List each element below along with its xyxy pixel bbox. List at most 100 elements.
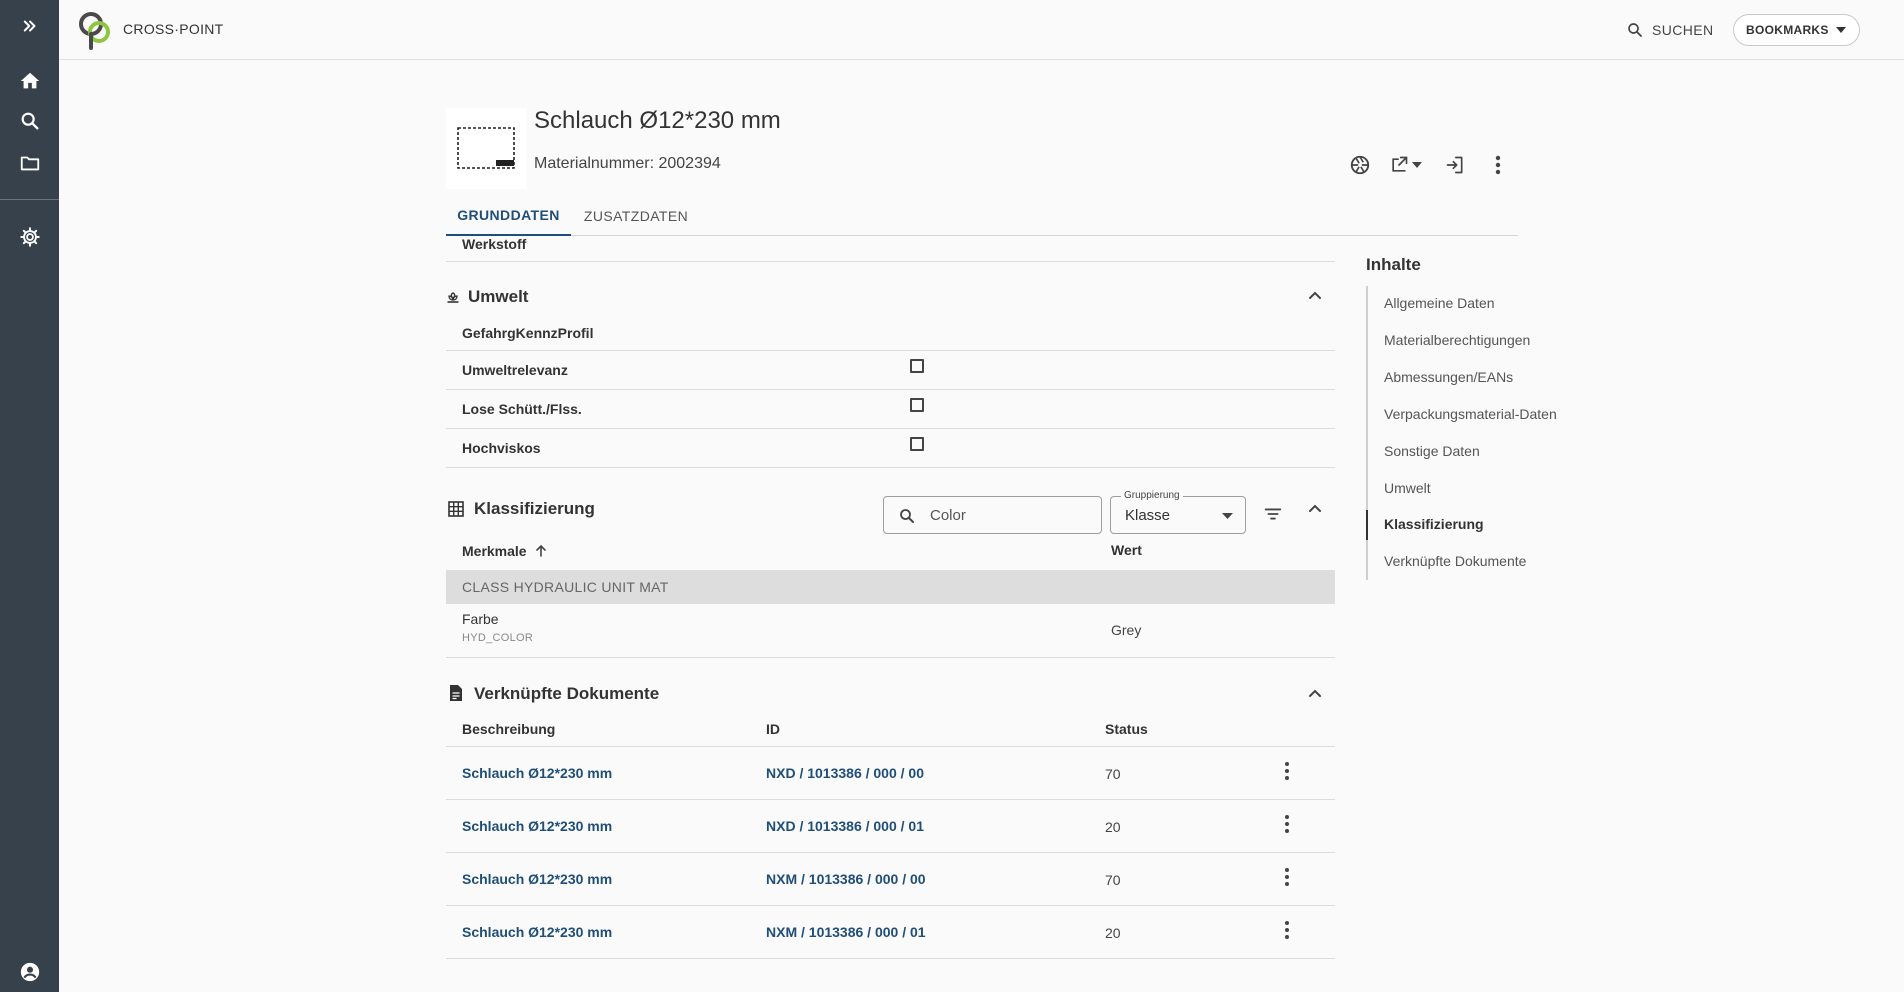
col-status: Status [1105,721,1148,737]
document-id-link[interactable]: NXM / 1013386 / 000 / 01 [766,924,926,940]
material-thumbnail [446,108,527,189]
brand-name: CROSS·POINT [123,21,224,37]
document-status: 20 [1105,925,1121,941]
side-rail [0,0,59,992]
login-icon [1446,156,1463,174]
col-id: ID [766,721,780,737]
lose-schuett-checkbox[interactable] [910,398,924,412]
document-row: Schlauch Ø12*230 mm NXD / 1013386 / 000 … [446,800,1335,853]
document-id-link[interactable]: NXD / 1013386 / 000 / 01 [766,818,924,834]
collapse-klassifizierung-icon[interactable] [1307,500,1323,516]
search-label: SUCHEN [1652,22,1714,38]
header-search-button[interactable]: SUCHEN [1626,17,1714,43]
search-icon[interactable] [0,101,59,141]
lose-schuett-label: Lose Schütt./Flss. [462,401,582,417]
collapse-umwelt-icon[interactable] [1307,287,1323,303]
expand-rail-icon[interactable] [0,6,59,46]
more-vert-icon[interactable] [1284,867,1290,887]
tab-grunddaten[interactable]: GRUNDDATEN [446,196,571,236]
search-value: Color [930,507,966,524]
open-external-button[interactable] [1385,152,1425,178]
toc-item-verknuepfte-dokumente[interactable]: Verknüpfte Dokumente [1384,553,1526,569]
material-number: Materialnummer: 2002394 [534,155,721,172]
search-icon [1628,23,1642,37]
document-description-link[interactable]: Schlauch Ø12*230 mm [462,924,612,940]
document-description-link[interactable]: Schlauch Ø12*230 mm [462,871,612,887]
hochviskos-label: Hochviskos [462,440,541,456]
login-button[interactable] [1442,152,1468,178]
document-row: Schlauch Ø12*230 mm NXD / 1013386 / 000 … [446,747,1335,800]
umwelt-title: Umwelt [468,287,529,306]
merkmal-name: Farbe [462,611,499,627]
caret-down-icon [1411,162,1422,168]
toc-item-materialberechtigungen[interactable]: Materialberechtigungen [1384,332,1530,348]
werkstoff-label: Werkstoff [462,236,527,252]
bookmarks-label: BOOKMARKS [1746,23,1829,37]
toc-item-abmessungen[interactable]: Abmessungen/EANs [1384,369,1513,385]
col-wert: Wert [1111,542,1142,558]
collapse-dokumente-icon[interactable] [1307,685,1323,701]
more-vert-icon[interactable] [1284,814,1290,834]
table-icon [448,501,464,517]
umweltrelevanz-checkbox[interactable] [910,359,924,373]
col-beschreibung: Beschreibung [462,721,556,737]
gruppierung-select[interactable]: Gruppierung Klasse [1110,490,1246,534]
home-icon[interactable] [0,61,59,101]
hochviskos-checkbox[interactable] [910,437,924,451]
merkmal-search-input[interactable]: Color [883,496,1102,534]
tab-zusatzdaten[interactable]: ZUSATZDATEN [571,196,701,236]
more-vert-icon [1495,155,1501,175]
more-vert-icon[interactable] [1284,920,1290,940]
document-id-link[interactable]: NXD / 1013386 / 000 / 00 [766,765,924,781]
document-icon [448,684,464,702]
tab-bar: GRUNDDATEN ZUSATZDATEN [446,196,1518,236]
open-in-new-icon [1391,156,1407,172]
eco-icon [446,288,460,306]
umwelt-row: Umweltrelevanz [446,351,1335,390]
toc-item-verpackungsmaterial[interactable]: Verpackungsmaterial-Daten [1384,406,1557,422]
gear-icon[interactable] [0,217,59,257]
folder-icon[interactable] [0,143,59,183]
class-group-label: CLASS HYDRAULIC UNIT MAT [462,579,669,595]
cross-point-logo[interactable] [77,10,115,50]
umwelt-row: Hochviskos [446,429,1335,468]
toc-item-allgemeine-daten[interactable]: Allgemeine Daten [1384,295,1495,311]
top-header: CROSS·POINT SUCHEN BOOKMARKS [59,0,1904,60]
document-description-link[interactable]: Schlauch Ø12*230 mm [462,818,612,834]
bookmarks-button[interactable]: BOOKMARKS [1733,14,1860,46]
dokumente-title: Verknüpfte Dokumente [474,684,660,703]
toc-item-klassifizierung[interactable]: Klassifizierung [1384,516,1484,532]
col-merkmale[interactable]: Merkmale [462,543,548,559]
filter-icon[interactable] [1262,503,1284,525]
dokumente-section-header: Verknüpfte Dokumente [446,678,1335,708]
class-group-row[interactable]: CLASS HYDRAULIC UNIT MAT [446,570,1335,604]
gruppierung-value: Klasse [1125,507,1171,524]
rail-divider [0,199,59,200]
document-status: 70 [1105,872,1121,888]
werkstoff-row: Werkstoff [446,236,1335,262]
dokumente-header-row: Beschreibung ID Status [446,715,1335,747]
material-title: Schlauch Ø12*230 mm [534,107,781,134]
merkmal-code: HYD_COLOR [462,632,534,644]
document-id-link[interactable]: NXM / 1013386 / 000 / 00 [766,871,926,887]
merkmal-row: Farbe HYD_COLOR Grey [446,604,1335,658]
toc-item-sonstige-daten[interactable]: Sonstige Daten [1384,443,1480,459]
toc-item-umwelt[interactable]: Umwelt [1384,480,1431,496]
gefahrg-profil-label: GefahrgKennzProfil [462,325,594,341]
more-options-button[interactable] [1485,152,1511,178]
account-icon[interactable] [0,952,59,992]
umwelt-row: Lose Schütt./Flss. [446,390,1335,429]
search-icon [898,507,916,525]
toc-title: Inhalte [1366,255,1421,274]
caret-down-icon [1222,513,1233,519]
klassifizierung-title: Klassifizierung [474,499,595,518]
umwelt-section-header: Umwelt [446,283,1335,313]
merkmal-value: Grey [1111,622,1142,638]
document-description-link[interactable]: Schlauch Ø12*230 mm [462,765,612,781]
aperture-icon [1350,155,1370,175]
toc-active-indicator [1366,510,1368,540]
caret-down-icon [1835,27,1846,33]
3d-view-button[interactable] [1347,152,1373,178]
more-vert-icon[interactable] [1284,761,1290,781]
document-status: 70 [1105,766,1121,782]
